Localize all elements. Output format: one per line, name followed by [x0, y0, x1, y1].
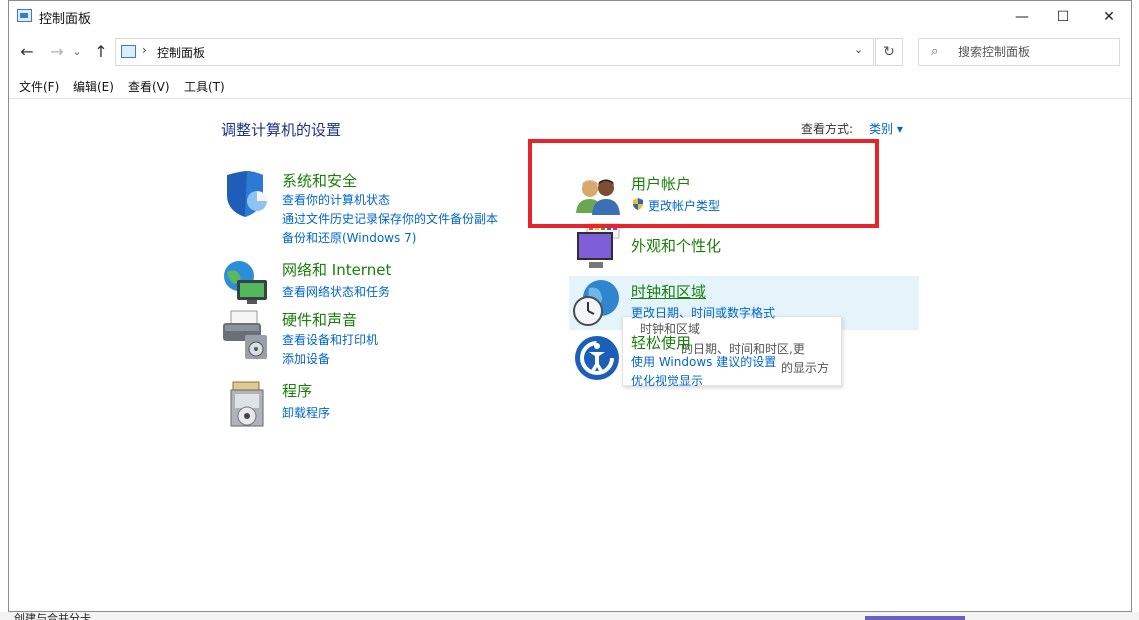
background-progress [865, 616, 965, 620]
link-change-date-time-format[interactable]: 更改日期、时间或数字格式 [631, 304, 775, 321]
forward-button[interactable]: → [45, 38, 69, 64]
category-clock-title[interactable]: 时钟和区域 [631, 281, 706, 302]
address-row: ← → ⌄ ↑ › 控制面板 ⌄ ↻ ⌕ [9, 32, 1131, 72]
accessibility-icon[interactable] [571, 332, 623, 384]
category-system-title[interactable]: 系统和安全 [282, 170, 357, 191]
menu-edit[interactable]: 编辑(E) [73, 78, 114, 95]
window-title: 控制面板 [39, 12, 92, 27]
search-icon: ⌕ [931, 44, 939, 59]
category-ease-title[interactable]: 轻松使用 [631, 332, 691, 353]
link-backup-restore[interactable]: 备份和还原(Windows 7) [282, 229, 416, 246]
page-title: 调整计算机的设置 [221, 121, 342, 139]
chevron-down-icon[interactable]: ⌄ [854, 43, 863, 56]
link-file-history[interactable]: 通过文件历史记录保存你的文件备份副本 [282, 210, 498, 227]
menu-file[interactable]: 文件(F) [19, 78, 59, 95]
background-window-bottom: 创建与合并分卡 [0, 612, 1139, 620]
recent-locations-button[interactable]: ⌄ [69, 38, 85, 64]
highlight-annotation-box [528, 139, 879, 228]
control-panel-icon [17, 9, 32, 22]
appearance-icon[interactable] [573, 222, 625, 274]
menu-view[interactable]: 查看(V) [128, 78, 170, 95]
breadcrumb-separator[interactable]: › [142, 43, 147, 57]
refresh-button[interactable]: ↻ [875, 38, 903, 66]
category-network-title[interactable]: 网络和 Internet [282, 259, 391, 280]
programs-icon[interactable] [225, 378, 277, 430]
menu-tools[interactable]: 工具(T) [184, 78, 225, 95]
printer-icon[interactable] [221, 309, 273, 361]
up-button[interactable]: ↑ [89, 38, 113, 64]
link-add-device[interactable]: 添加设备 [282, 350, 330, 367]
back-button[interactable]: ← [15, 38, 39, 64]
network-icon[interactable] [221, 258, 273, 310]
link-optimize-visual-display[interactable]: 优化视觉显示 [631, 372, 703, 389]
link-windows-recommended-settings[interactable]: 使用 Windows 建议的设置 [631, 353, 776, 370]
category-appearance-title[interactable]: 外观和个性化 [631, 235, 721, 256]
clock-globe-icon[interactable] [571, 278, 623, 330]
title-bar[interactable]: 控制面板 — ☐ ✕ [9, 1, 1131, 32]
menu-bar: 文件(F) 编辑(E) 查看(V) 工具(T) [9, 72, 1131, 99]
category-hardware-title[interactable]: 硬件和声音 [282, 309, 357, 330]
content-area: 调整计算机的设置 查看方式: 类别 ▾ 时钟和区域 的日期、时间和时区,更 的显… [9, 98, 1131, 612]
close-button[interactable]: ✕ [1086, 1, 1132, 32]
link-network-status[interactable]: 查看网络状态和任务 [282, 283, 390, 300]
control-panel-window: 控制面板 — ☐ ✕ ← → ⌄ ↑ › 控制面板 ⌄ ↻ ⌕ 文件(F) 编辑… [8, 0, 1132, 612]
link-uninstall-program[interactable]: 卸载程序 [282, 404, 330, 421]
view-by-label: 查看方式: [801, 122, 854, 136]
link-devices-printers[interactable]: 查看设备和打印机 [282, 331, 378, 348]
background-text: 创建与合并分卡 [14, 612, 91, 620]
category-programs-title[interactable]: 程序 [282, 380, 312, 401]
maximize-button[interactable]: ☐ [1040, 1, 1086, 32]
link-computer-status[interactable]: 查看你的计算机状态 [282, 191, 390, 208]
search-input[interactable] [958, 43, 1113, 61]
breadcrumb-control-panel[interactable]: 控制面板 [157, 44, 205, 61]
background-window-edge [0, 0, 8, 620]
control-panel-icon [121, 45, 136, 58]
address-bar[interactable]: › 控制面板 ⌄ [115, 38, 874, 66]
search-box[interactable]: ⌕ [918, 38, 1120, 66]
view-by-dropdown[interactable]: 类别 ▾ [869, 120, 903, 137]
tooltip-line: 的显示方 [781, 361, 830, 375]
minimize-button[interactable]: — [999, 1, 1045, 32]
shield-icon[interactable] [221, 169, 273, 221]
